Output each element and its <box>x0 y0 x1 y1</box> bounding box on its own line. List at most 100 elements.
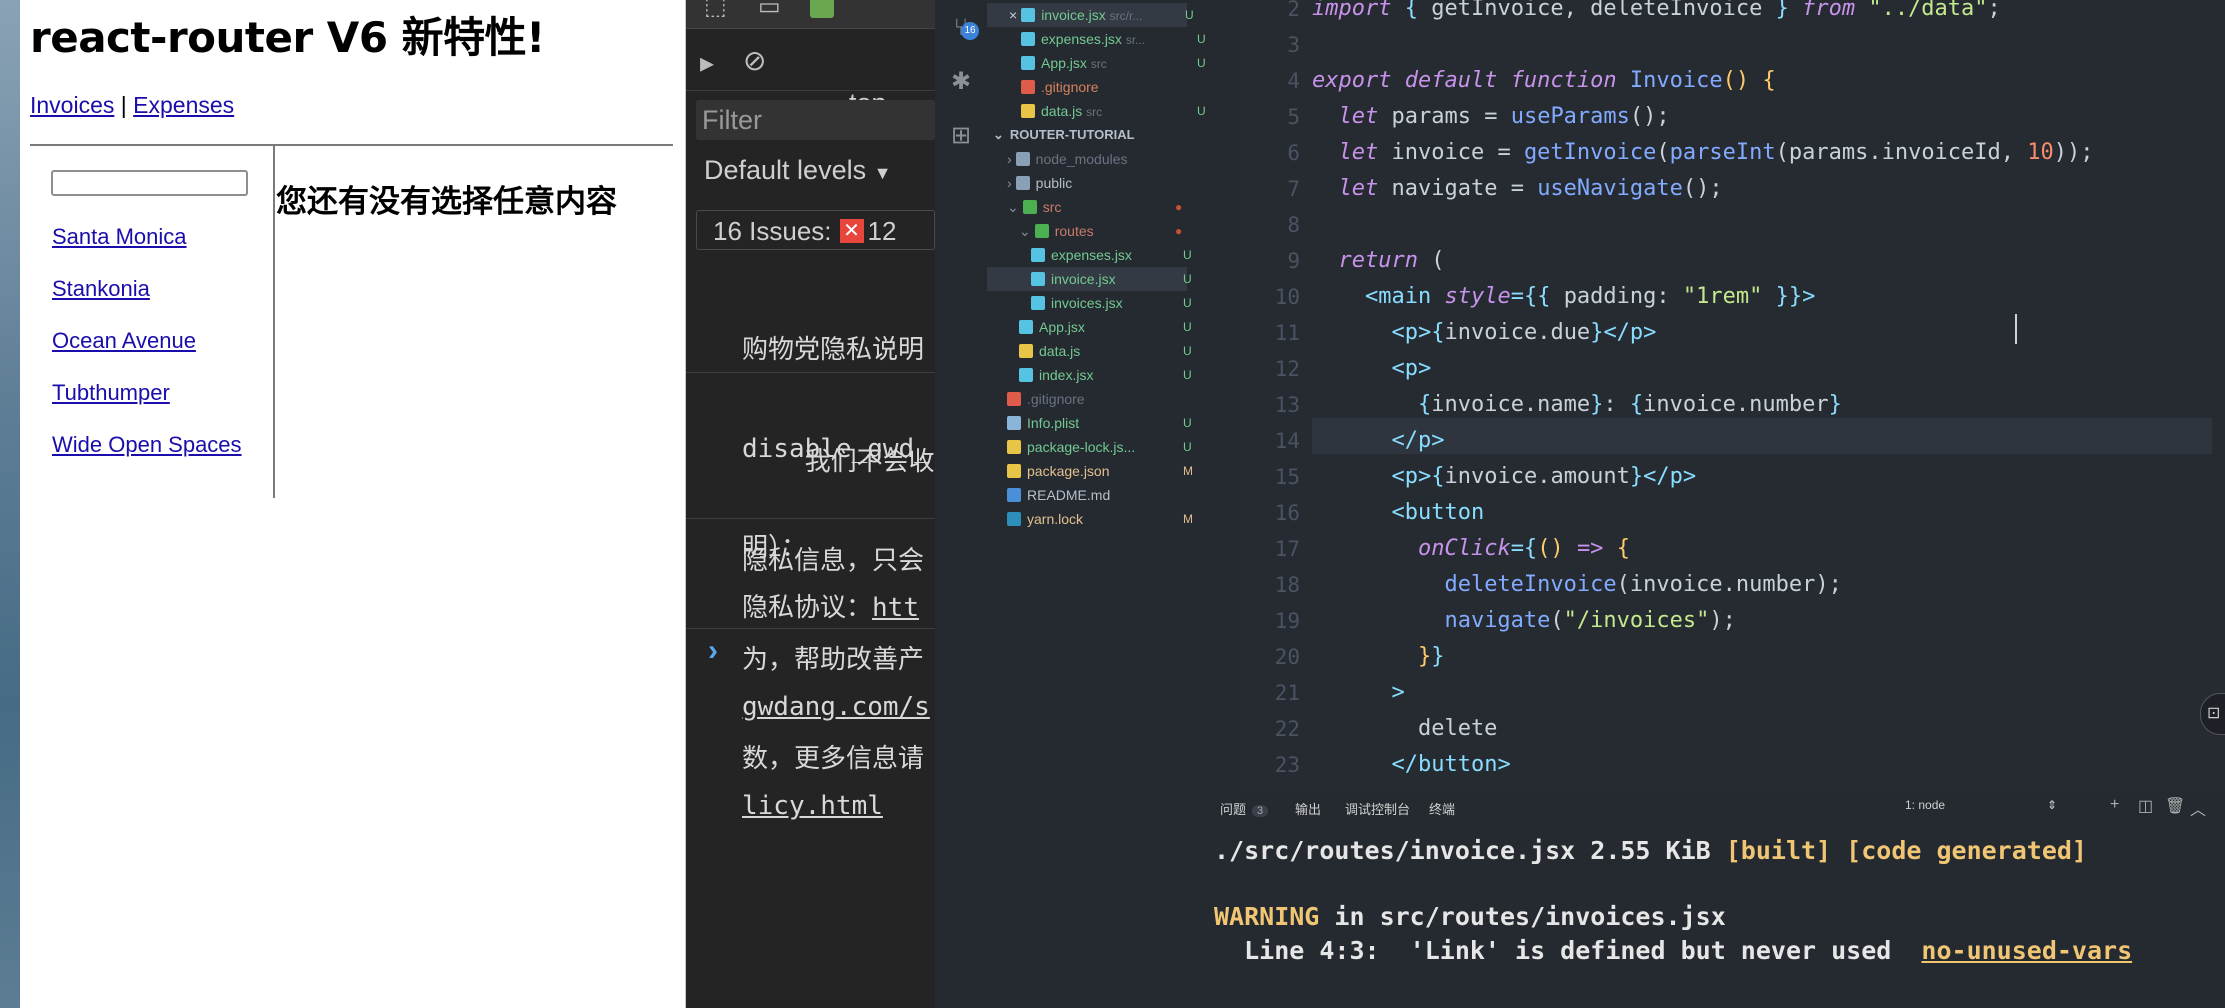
invoice-link[interactable]: Santa Monica <box>52 224 187 250</box>
trash-icon[interactable]: 🗑 <box>2165 796 2185 816</box>
explorer-item[interactable]: invoices.jsx U <box>1031 292 1207 314</box>
open-editor-item[interactable]: expenses.jsx sr... U <box>1021 28 1217 50</box>
explorer-item[interactable]: App.jsx U <box>1019 316 1207 338</box>
console-filter-input[interactable]: Filter <box>696 100 935 140</box>
explorer-item[interactable]: › node_modules <box>1007 148 1207 170</box>
privacy-link[interactable]: htt <box>872 593 919 623</box>
file-icon <box>1007 512 1021 526</box>
log-levels-dropdown[interactable]: Default levels ▼ <box>704 155 891 186</box>
code-token: { <box>1431 320 1445 345</box>
code-token: }} <box>1762 284 1803 309</box>
code-line: <p> <box>1312 351 1431 387</box>
file-name: App.jsx <box>1041 55 1087 71</box>
invoice-link[interactable]: Wide Open Spaces <box>52 432 242 458</box>
code-token: style <box>1444 284 1511 309</box>
line-number: 10 <box>1274 285 1300 309</box>
nav-link-expenses[interactable]: Expenses <box>133 92 234 118</box>
extension-icon[interactable] <box>810 0 834 18</box>
file-name: node_modules <box>1035 151 1128 167</box>
code-token: </button> <box>1391 752 1511 777</box>
git-status: U <box>1183 320 1192 334</box>
invoice-link[interactable]: Stankonia <box>52 276 150 302</box>
current-line-highlight <box>1312 418 2212 454</box>
explorer-item[interactable]: ⌄ routes ● <box>1019 220 1207 242</box>
code-token: invoiceId, <box>1881 140 2028 165</box>
folder-icon <box>1034 224 1049 238</box>
device-toolbar-icon[interactable]: ▭ <box>758 0 781 21</box>
file-name: expenses.jsx <box>1051 247 1132 263</box>
terminal-line: ./src/routes/invoice.jsx 2.55 KiB [built… <box>1214 836 2087 865</box>
terminal-text: in src/routes/invoices.jsx <box>1319 902 1726 931</box>
explorer-item[interactable]: › public <box>1007 172 1207 194</box>
invoice-sidebar: Santa Monica Stankonia Ocean Avenue Tubthum… <box>30 146 275 498</box>
code-token: useParams <box>1510 104 1630 129</box>
explorer-item[interactable]: data.js U <box>1019 340 1207 362</box>
explorer-item[interactable]: package-lock.js... U <box>1007 436 1207 458</box>
chevron-up-icon[interactable]: ︿ <box>2190 796 2206 820</box>
lint-rule-link[interactable]: no-unused-vars <box>1921 936 2132 965</box>
inspect-icon[interactable]: ⬚ <box>704 0 727 21</box>
search-input[interactable] <box>51 170 248 196</box>
file-path: sr... <box>1125 33 1146 47</box>
tab-debug-console[interactable]: 调试控制台 <box>1345 799 1410 818</box>
code-editor[interactable]: 2 import { getInvoice, deleteInvoice } fr… <box>1240 0 2225 790</box>
code-token: } <box>1590 392 1604 417</box>
console-prompt-icon[interactable]: › <box>708 634 718 668</box>
invoice-link[interactable]: Ocean Avenue <box>52 328 196 354</box>
open-editor-item[interactable]: × invoice.jsx src/r... U <box>1009 4 1205 26</box>
terminal-select[interactable]: 1: node ⇕ <box>1905 798 2075 818</box>
privacy-link[interactable]: licy.html <box>742 790 930 823</box>
text-cursor <box>2015 314 2017 344</box>
add-terminal-icon[interactable]: + <box>2110 796 2119 814</box>
code-token: { <box>1629 392 1644 417</box>
code-line: deleteInvoice(invoice.number); <box>1312 567 1841 603</box>
explorer-item[interactable]: invoice.jsx U <box>1031 268 1207 290</box>
debug-icon[interactable]: ✱ <box>947 68 975 96</box>
explorer-item[interactable]: .gitignore <box>1007 388 1207 410</box>
explorer-item[interactable]: expenses.jsx U <box>1031 244 1207 266</box>
privacy-link[interactable]: gwdang.com/s <box>742 691 930 724</box>
code-token: <p> <box>1391 356 1432 381</box>
code-token: from <box>1802 0 1869 21</box>
split-terminal-icon[interactable]: ◫ <box>2138 796 2153 816</box>
file-name: public <box>1035 175 1073 191</box>
tab-output[interactable]: 输出 <box>1295 799 1321 818</box>
line-number: 9 <box>1287 249 1300 273</box>
explorer-item[interactable]: package.json M <box>1007 460 1207 482</box>
tab-problems[interactable]: 问题 3 <box>1220 799 1269 818</box>
explorer-item[interactable]: yarn.lock M <box>1007 508 1207 530</box>
open-editor-item[interactable]: .gitignore <box>1021 76 1217 98</box>
close-icon[interactable]: × <box>1009 7 1017 23</box>
devtools-console: ⬚ ▭ ▸ ⊘ top ▼ Filter Default levels ▼ 16… <box>686 0 935 1008</box>
explorer-item[interactable]: Info.plist U <box>1007 412 1207 434</box>
open-editor-item[interactable]: data.js src U <box>1021 100 1217 122</box>
console-toolbar: ▸ ⊘ top ▼ <box>686 40 935 118</box>
invoice-link[interactable]: Tubthumper <box>52 380 170 406</box>
line-number: 5 <box>1287 105 1300 129</box>
git-status: M <box>1183 512 1193 526</box>
nav-link-invoices[interactable]: Invoices <box>30 92 114 118</box>
explorer-item[interactable]: index.jsx U <box>1019 364 1207 386</box>
explorer-item[interactable]: ⌄ src ● <box>1007 196 1207 218</box>
issues-button[interactable]: 16 Issues: ✕ 12 <box>696 210 935 250</box>
clear-console-icon[interactable]: ⊘ <box>743 44 766 77</box>
folder-icon <box>1022 200 1037 214</box>
code-token: => <box>1576 536 1617 561</box>
terminal-text: Line 4:3: 'Link' is defined but never us… <box>1214 936 1922 965</box>
tab-terminal[interactable]: 终端 <box>1429 799 1455 818</box>
code-token: invoice.number <box>1643 392 1829 417</box>
sidebar-toggle-icon[interactable]: ▸ <box>700 46 714 79</box>
line-number: 7 <box>1287 177 1300 201</box>
explorer-item[interactable]: README.md <box>1007 484 1207 506</box>
extensions-icon[interactable]: ⊞ <box>947 122 975 150</box>
console-text: 我们不会收 <box>742 447 935 477</box>
file-icon <box>1021 56 1035 70</box>
file-path: src <box>1090 57 1107 71</box>
open-editor-item[interactable]: App.jsx src U <box>1021 52 1217 74</box>
file-name: package.json <box>1027 463 1110 479</box>
terminal-warning: WARNING <box>1214 902 1320 931</box>
divider <box>686 628 935 629</box>
project-header[interactable]: ⌄ ROUTER-TUTORIAL <box>993 124 1135 146</box>
